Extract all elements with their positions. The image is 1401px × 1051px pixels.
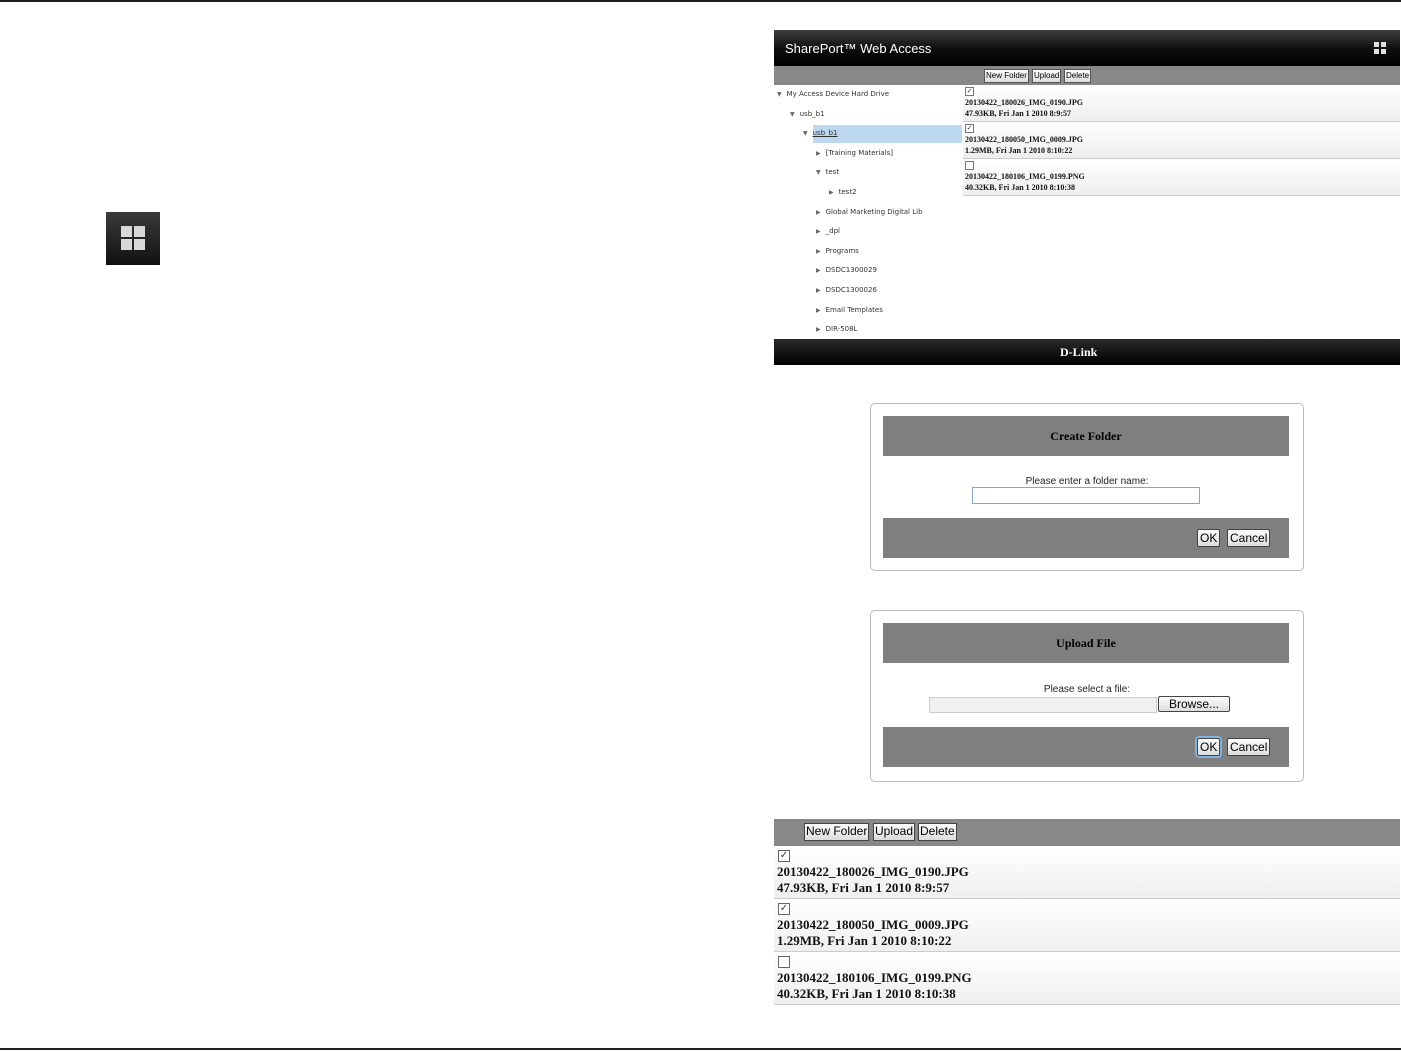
folder-name-label: Please enter a folder name: xyxy=(1025,476,1149,487)
file-checkbox[interactable] xyxy=(778,956,790,968)
ok-button[interactable]: OK xyxy=(1194,736,1223,758)
file-meta: 40.32KB, Fri Jan 1 2010 8:10:38 xyxy=(777,986,956,1001)
file-row[interactable]: ✓ 20130422_180050_IMG_0009.JPG 1.29MB, F… xyxy=(963,123,1400,159)
tree-item[interactable]: ▶ DIR-508L xyxy=(816,325,857,333)
folder-name-input[interactable] xyxy=(972,487,1200,504)
file-meta: 40.32KB, Fri Jan 1 2010 8:10:38 xyxy=(965,183,1075,192)
file-row[interactable]: ✓ 20130422_180026_IMG_0190.JPG 47.93KB, … xyxy=(774,847,1400,899)
file-checkbox[interactable] xyxy=(965,161,974,170)
file-meta: 1.29MB, Fri Jan 1 2010 8:10:22 xyxy=(777,933,952,948)
cancel-button[interactable]: Cancel xyxy=(1227,529,1271,547)
chevron-right-icon[interactable]: ▶ xyxy=(829,189,834,196)
dialog-header: Upload File xyxy=(883,623,1289,663)
file-row[interactable]: ✓ 20130422_180026_IMG_0190.JPG 47.93KB, … xyxy=(963,86,1400,122)
file-path-field[interactable] xyxy=(929,697,1157,713)
tree-item[interactable]: ▶ DSDC1300026 xyxy=(816,286,877,294)
dialog-footer: OK Cancel xyxy=(883,518,1289,558)
file-checkbox[interactable]: ✓ xyxy=(778,850,790,862)
file-meta: 47.93KB, Fri Jan 1 2010 8:9:57 xyxy=(965,109,1071,118)
file-list-zoom: New Folder Upload Delete ✓ 20130422_1800… xyxy=(774,819,1400,1007)
cancel-button[interactable]: Cancel xyxy=(1227,738,1271,756)
tree-item[interactable]: ▶ Email Templates xyxy=(816,306,883,314)
tree-item[interactable]: ▶ test2 xyxy=(829,188,857,196)
file-row[interactable]: 20130422_180106_IMG_0199.PNG 40.32KB, Fr… xyxy=(774,953,1400,1005)
tree-item[interactable]: ▶ Global Marketing Digital Lib xyxy=(816,208,923,216)
app-title: SharePort™ Web Access xyxy=(785,41,932,56)
tree-item[interactable]: ▼ usb_b1 xyxy=(803,129,838,137)
tree-item[interactable]: ▶ _dpl xyxy=(816,227,840,235)
app-footer: D-Link xyxy=(774,339,1400,365)
file-meta: 1.29MB, Fri Jan 1 2010 8:10:22 xyxy=(965,146,1073,155)
dialog-footer: OK Cancel xyxy=(883,727,1289,767)
file-name: 20130422_180050_IMG_0009.JPG xyxy=(777,917,969,932)
dialog-header: Create Folder xyxy=(883,416,1289,456)
browse-button[interactable]: Browse... xyxy=(1158,696,1231,712)
tree-item[interactable]: ▶ [Training Materials] xyxy=(816,149,893,157)
toolbar: New Folder Upload Delete xyxy=(774,819,1400,846)
file-checkbox[interactable]: ✓ xyxy=(965,124,974,133)
grid-icon[interactable] xyxy=(1374,42,1386,54)
upload-button[interactable]: Upload xyxy=(1032,69,1062,83)
tree-item[interactable]: ▼ usb_b1 xyxy=(790,110,825,118)
create-folder-dialog: Create Folder Please enter a folder name… xyxy=(870,403,1304,571)
bottom-rule xyxy=(0,1048,1401,1050)
top-rule xyxy=(0,0,1401,2)
tree-item[interactable]: ▶ Programs xyxy=(816,247,859,255)
tree-item[interactable]: ▼ My Access Device Hard Drive xyxy=(777,90,889,98)
ok-button[interactable]: OK xyxy=(1197,529,1221,547)
chevron-right-icon[interactable]: ▶ xyxy=(816,307,821,314)
toolbar: New Folder Upload Delete xyxy=(774,66,1400,85)
chevron-down-icon[interactable]: ▼ xyxy=(816,169,821,176)
tree-item[interactable]: ▶ DSDC1300029 xyxy=(816,266,877,274)
new-folder-button[interactable]: New Folder xyxy=(984,69,1029,83)
new-folder-button[interactable]: New Folder xyxy=(804,823,870,841)
upload-button[interactable]: Upload xyxy=(873,823,916,841)
file-select-label: Please select a file: xyxy=(1043,684,1131,695)
file-name: 20130422_180106_IMG_0199.PNG xyxy=(965,172,1085,181)
chevron-right-icon[interactable]: ▶ xyxy=(816,228,821,235)
chevron-down-icon[interactable]: ▼ xyxy=(803,130,808,137)
file-row[interactable]: ✓ 20130422_180050_IMG_0009.JPG 1.29MB, F… xyxy=(774,900,1400,952)
delete-button[interactable]: Delete xyxy=(918,823,957,841)
file-checkbox[interactable]: ✓ xyxy=(965,87,974,96)
chevron-right-icon[interactable]: ▶ xyxy=(816,248,821,255)
dialog-title: Upload File xyxy=(1056,636,1116,650)
chevron-right-icon[interactable]: ▶ xyxy=(816,326,821,333)
chevron-right-icon[interactable]: ▶ xyxy=(816,287,821,294)
grid-icon xyxy=(106,212,160,265)
chevron-down-icon[interactable]: ▼ xyxy=(790,111,795,118)
file-checkbox[interactable]: ✓ xyxy=(778,903,790,915)
app-header: SharePort™ Web Access xyxy=(774,30,1400,66)
chevron-right-icon[interactable]: ▶ xyxy=(816,267,821,274)
delete-button[interactable]: Delete xyxy=(1064,69,1092,83)
dlink-logo: D-Link xyxy=(1060,345,1098,359)
file-name: 20130422_180026_IMG_0190.JPG xyxy=(777,864,969,879)
tree-item[interactable]: ▼ test xyxy=(816,168,839,176)
chevron-down-icon[interactable]: ▼ xyxy=(777,91,782,98)
file-meta: 47.93KB, Fri Jan 1 2010 8:9:57 xyxy=(777,880,950,895)
dialog-title: Create Folder xyxy=(1050,429,1122,443)
upload-file-dialog: Upload File Please select a file: Browse… xyxy=(870,610,1304,782)
chevron-right-icon[interactable]: ▶ xyxy=(816,209,821,216)
file-name: 20130422_180026_IMG_0190.JPG xyxy=(965,98,1083,107)
chevron-right-icon[interactable]: ▶ xyxy=(816,150,821,157)
file-name: 20130422_180050_IMG_0009.JPG xyxy=(965,135,1083,144)
file-name: 20130422_180106_IMG_0199.PNG xyxy=(777,970,972,985)
shareport-window: SharePort™ Web Access New Folder Upload … xyxy=(774,30,1400,365)
file-row[interactable]: 20130422_180106_IMG_0199.PNG 40.32KB, Fr… xyxy=(963,160,1400,196)
